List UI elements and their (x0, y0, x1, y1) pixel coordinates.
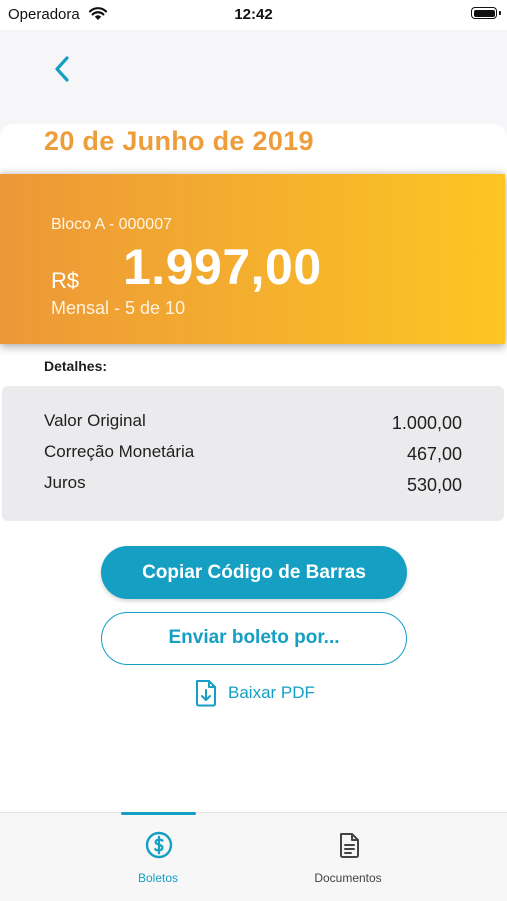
status-time: 12:42 (234, 6, 273, 23)
detail-row-correction: Correção Monetária 467,00 (44, 442, 462, 466)
detail-row-interest: Juros 530,00 (44, 473, 462, 497)
detail-value: 530,00 (406, 475, 462, 495)
detail-label: Valor Original (44, 411, 146, 430)
total-amount: 1.997,00 (123, 239, 322, 295)
download-file-icon (196, 680, 216, 707)
dollar-circle-icon (145, 831, 173, 859)
amount-banner: Bloco A - 000007 R$ 1.997,00 Mensal - 5 … (0, 174, 505, 344)
tab-label-documentos: Documentos (314, 871, 382, 885)
tab-label-boletos: Boletos (137, 871, 179, 885)
download-pdf-label: Baixar PDF (228, 683, 315, 702)
installment-info: Mensal - 5 de 10 (51, 298, 186, 318)
tab-documentos[interactable]: Documentos (273, 813, 423, 901)
copy-barcode-button[interactable]: Copiar Código de Barras (101, 546, 407, 599)
active-tab-indicator (121, 812, 196, 815)
detail-label: Juros (44, 473, 86, 492)
navigation-bar (0, 30, 507, 124)
detail-row-original: Valor Original 1.000,00 (44, 411, 462, 435)
detail-label: Correção Monetária (44, 442, 195, 461)
send-boleto-button[interactable]: Enviar boleto por... (101, 612, 407, 665)
detail-value: 1.000,00 (391, 413, 462, 433)
due-date-title: 20 de Junho de 2019 (44, 126, 314, 156)
detail-value: 467,00 (406, 444, 462, 464)
tab-bar: Boletos Documentos (0, 812, 507, 900)
status-bar: Operadora 12:42 (0, 0, 507, 30)
tab-boletos[interactable]: Boletos (83, 812, 233, 901)
back-chevron-icon[interactable] (48, 52, 78, 86)
block-unit-label: Bloco A - 000007 (51, 216, 172, 233)
battery-icon (471, 7, 501, 19)
details-heading: Detalhes: (44, 358, 108, 374)
currency-symbol: R$ (51, 268, 80, 293)
document-icon (340, 833, 359, 858)
